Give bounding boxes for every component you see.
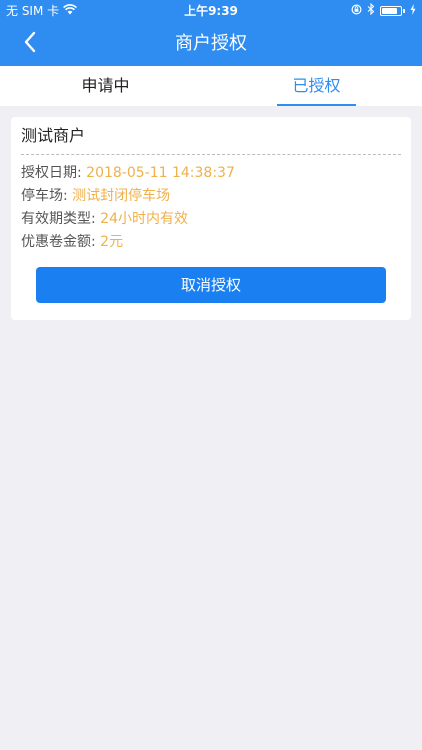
bluetooth-icon <box>367 0 375 22</box>
battery-icon <box>380 6 402 16</box>
status-bar: 无 SIM 卡 上午9:39 <box>0 0 422 22</box>
authorization-card: 测试商户 授权日期: 2018-05-11 14:38:37 停车场: 测试封闭… <box>11 117 411 320</box>
battery-tip <box>403 9 405 13</box>
nav-bar: 商户授权 <box>0 22 422 66</box>
auth-date-row: 授权日期: 2018-05-11 14:38:37 <box>21 163 235 183</box>
parking-lot-label: 停车场: <box>21 188 68 204</box>
coupon-amount-value: 2元 <box>100 234 124 250</box>
orientation-lock-icon <box>351 0 362 22</box>
auth-date-value: 2018-05-11 14:38:37 <box>86 165 235 181</box>
merchant-name: 测试商户 <box>21 126 86 145</box>
card-divider <box>21 154 401 155</box>
parking-lot-value: 测试封闭停车场 <box>72 188 171 204</box>
charging-icon <box>410 0 416 22</box>
validity-type-label: 有效期类型: <box>21 211 96 227</box>
header: 无 SIM 卡 上午9:39 商户授权 <box>0 0 422 66</box>
validity-type-value: 24小时内有效 <box>100 211 188 227</box>
tab-pending[interactable]: 申请中 <box>0 66 211 106</box>
page-title: 商户授权 <box>175 33 247 54</box>
tab-authorized-label: 已授权 <box>292 76 341 95</box>
tab-authorized[interactable]: 已授权 <box>211 66 422 106</box>
status-right <box>351 0 416 22</box>
coupon-amount-label: 优惠卷金额: <box>21 234 96 250</box>
battery-fill <box>382 8 398 14</box>
parking-lot-row: 停车场: 测试封闭停车场 <box>21 186 170 206</box>
tab-active-indicator <box>277 104 356 106</box>
tab-bar: 申请中 已授权 <box>0 66 422 106</box>
auth-date-label: 授权日期: <box>21 165 82 181</box>
coupon-amount-row: 优惠卷金额: 2元 <box>21 232 123 252</box>
validity-type-row: 有效期类型: 24小时内有效 <box>21 209 188 229</box>
cancel-authorization-button[interactable]: 取消授权 <box>36 267 386 303</box>
